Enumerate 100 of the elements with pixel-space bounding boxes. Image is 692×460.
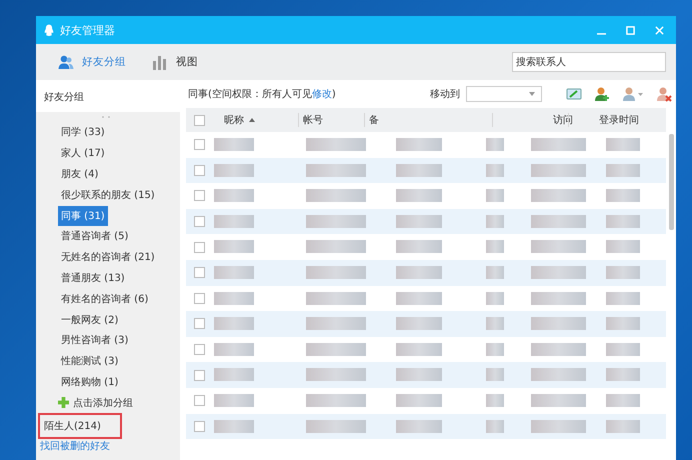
pixelated-block	[214, 189, 254, 202]
pixelated-block	[606, 420, 640, 433]
row-checkbox[interactable]	[194, 292, 205, 304]
pixelated-block	[214, 342, 254, 356]
row-checkbox[interactable]	[194, 216, 205, 228]
row-checkbox[interactable]	[194, 242, 205, 253]
pixelated-block	[214, 394, 254, 407]
column-header[interactable]: 昵称	[220, 113, 255, 127]
pixelated-block	[486, 164, 504, 177]
pixelated-block	[606, 368, 640, 382]
pixelated-block	[531, 342, 586, 356]
row-checkbox[interactable]	[194, 420, 205, 432]
close-icon[interactable]	[655, 26, 664, 34]
group-item[interactable]: 同事 (31)	[58, 206, 108, 226]
row-checkbox[interactable]	[194, 370, 205, 381]
group-item[interactable]: 性能测试 (3)	[58, 351, 122, 372]
column-header[interactable]: 访问	[492, 113, 573, 127]
pixelated-block	[306, 214, 366, 228]
row-checkbox[interactable]	[194, 139, 205, 150]
group-item[interactable]: 有姓名的咨询者 (6)	[58, 288, 152, 309]
people-icon	[58, 54, 74, 70]
card-edit-icon[interactable]	[566, 86, 582, 102]
move-to-dropdown[interactable]	[466, 86, 542, 102]
pixelated-block	[531, 164, 586, 177]
pixelated-block	[214, 420, 254, 433]
move-to-label: 移动到	[430, 88, 460, 101]
pixelated-block	[531, 292, 586, 305]
pixelated-block	[606, 317, 640, 330]
pixelated-block	[306, 164, 366, 177]
row-checkbox[interactable]	[194, 267, 205, 278]
pixelated-block	[306, 189, 366, 202]
group-item[interactable]: 网络购物 (1)	[58, 372, 122, 392]
group-item[interactable]: 普通朋友 (13)	[58, 268, 128, 288]
pixelated-block	[396, 164, 442, 177]
pixelated-block	[306, 420, 366, 433]
pixelated-block	[531, 214, 586, 228]
pixelated-block	[306, 292, 366, 305]
row-checkbox[interactable]	[194, 344, 205, 356]
pixelated-block	[214, 164, 254, 177]
pixelated-block	[531, 138, 586, 151]
pixelated-block	[306, 317, 366, 330]
group-item[interactable]: 同学 (33)	[58, 122, 108, 142]
pixelated-block	[214, 240, 254, 254]
pixelated-block	[606, 189, 640, 202]
search-field[interactable]: 搜索联系人	[512, 52, 666, 72]
pixelated-block	[486, 317, 504, 330]
modify-link[interactable]: 修改	[312, 89, 332, 100]
pixelated-block	[606, 342, 640, 356]
plus-icon	[58, 397, 69, 408]
toolbar-tab[interactable]: 视图	[144, 50, 206, 74]
pixelated-block	[531, 266, 586, 279]
pixelated-block	[531, 420, 586, 433]
add-user-icon[interactable]	[594, 86, 610, 102]
group-item[interactable]: 一般网友 (2)	[58, 310, 122, 330]
group-item[interactable]: 朋友 (4)	[58, 164, 102, 184]
strangers-group-item[interactable]: 陌生人(214)	[38, 413, 122, 440]
pixelated-block	[531, 189, 586, 202]
pixelated-block	[396, 368, 442, 382]
caret-icon	[529, 92, 535, 96]
row-checkbox[interactable]	[194, 318, 205, 330]
recover-deleted-friends-link[interactable]: 找回被删的好友	[36, 439, 180, 454]
maximize-icon[interactable]	[626, 26, 635, 34]
pixelated-block	[606, 164, 640, 177]
pixelated-block	[214, 138, 254, 151]
pixelated-block	[531, 317, 586, 330]
pixelated-block	[306, 138, 366, 151]
column-header[interactable]: 备	[364, 113, 379, 127]
scrollbar-thumb[interactable]	[669, 134, 674, 230]
user-dropdown-icon[interactable]	[622, 86, 644, 102]
pixelated-block	[306, 240, 366, 254]
group-item[interactable]: 家人 (17)	[58, 143, 108, 164]
pixelated-block	[486, 368, 504, 382]
row-checkbox[interactable]	[194, 395, 205, 406]
add-group-link[interactable]: 点击添加分组	[73, 396, 133, 410]
scroll-up-dots-icon	[102, 116, 110, 118]
group-item[interactable]: 男性咨询者 (3)	[58, 330, 132, 350]
bar-chart-icon	[152, 54, 168, 70]
pixelated-block	[486, 138, 504, 151]
row-checkbox[interactable]	[194, 190, 205, 202]
pixelated-block	[214, 266, 254, 279]
group-item[interactable]: 无姓名的咨询者 (21)	[58, 247, 158, 268]
pixelated-block	[486, 240, 504, 254]
pixelated-block	[396, 240, 442, 254]
pixelated-block	[531, 368, 586, 382]
toolbar-tab[interactable]: 好友分组	[50, 50, 134, 74]
column-header[interactable]: 帐号	[298, 113, 323, 127]
pixelated-block	[606, 138, 640, 151]
row-checkbox[interactable]	[194, 164, 205, 176]
select-all-checkbox[interactable]	[194, 114, 205, 126]
delete-user-icon[interactable]	[656, 86, 672, 102]
group-item[interactable]: 普通咨询者 (5)	[58, 226, 132, 246]
group-permission-text: 同事(空间权限：所有人可见修改)	[188, 88, 336, 101]
pixelated-block	[214, 292, 254, 305]
pixelated-block	[486, 342, 504, 356]
pixelated-block	[396, 138, 442, 151]
pixelated-block	[214, 214, 254, 228]
pixelated-block	[396, 292, 442, 305]
group-item[interactable]: 很少联系的朋友 (15)	[58, 184, 158, 205]
pixelated-block	[606, 394, 640, 407]
pixelated-block	[486, 189, 504, 202]
